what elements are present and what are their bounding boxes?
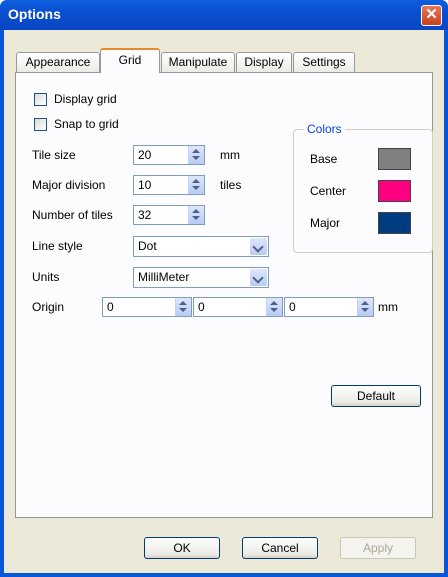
- snap-to-grid-label[interactable]: Snap to grid: [54, 117, 119, 131]
- number-of-tiles-label: Number of tiles: [32, 208, 113, 222]
- default-button[interactable]: Default: [331, 385, 421, 407]
- display-grid-label[interactable]: Display grid: [54, 92, 117, 106]
- colors-group-title: Colors: [304, 122, 345, 136]
- spin-up-down-icon[interactable]: [188, 176, 204, 194]
- units-select[interactable]: MilliMeter: [133, 267, 269, 288]
- tab-settings[interactable]: Settings: [293, 52, 355, 72]
- line-style-label: Line style: [32, 239, 83, 253]
- major-color-label: Major: [310, 216, 341, 230]
- tile-size-input[interactable]: 20: [133, 145, 205, 165]
- tile-size-value: 20: [138, 148, 152, 162]
- cancel-button[interactable]: Cancel: [242, 537, 318, 559]
- ok-button[interactable]: OK: [144, 537, 220, 559]
- grid-tab-panel: Display grid Snap to grid Tile size 20 m…: [15, 72, 433, 518]
- tile-size-label: Tile size: [32, 148, 76, 162]
- center-color-label: Center: [310, 184, 347, 198]
- number-of-tiles-input[interactable]: 32: [133, 205, 205, 225]
- origin-z-value: 0: [289, 300, 296, 314]
- major-division-label: Major division: [32, 178, 106, 192]
- center-color-swatch[interactable]: [378, 180, 411, 202]
- origin-label: Origin: [32, 300, 65, 314]
- tab-display[interactable]: Display: [236, 52, 292, 72]
- major-division-unit: tiles: [220, 178, 242, 192]
- units-label: Units: [32, 270, 60, 284]
- base-color-label: Base: [310, 152, 338, 166]
- close-button[interactable]: ✕: [421, 5, 442, 26]
- spin-up-down-icon[interactable]: [188, 146, 204, 164]
- colors-groupbox: Colors Base Center Major: [293, 122, 433, 253]
- options-window: Options ✕ Appearance Grid Manipulate Dis…: [0, 0, 448, 577]
- tab-manipulate[interactable]: Manipulate: [161, 52, 235, 72]
- origin-x-value: 0: [107, 300, 114, 314]
- window-title: Options: [8, 6, 61, 22]
- dropdown-arrow-icon[interactable]: [250, 238, 267, 255]
- dialog-client: Appearance Grid Manipulate Display Setti…: [4, 30, 444, 573]
- number-of-tiles-value: 32: [138, 208, 152, 222]
- tab-appearance[interactable]: Appearance: [16, 52, 100, 72]
- close-icon: ✕: [425, 6, 438, 23]
- origin-y-value: 0: [198, 300, 205, 314]
- base-color-swatch[interactable]: [378, 148, 411, 170]
- spin-up-down-icon[interactable]: [266, 298, 282, 316]
- major-division-input[interactable]: 10: [133, 175, 205, 195]
- major-division-value: 10: [138, 178, 152, 192]
- origin-unit: mm: [378, 300, 398, 314]
- units-value: MilliMeter: [138, 270, 190, 284]
- origin-y-input[interactable]: 0: [193, 297, 283, 317]
- tile-size-unit: mm: [220, 148, 240, 162]
- spin-up-down-icon[interactable]: [188, 206, 204, 224]
- spin-up-down-icon[interactable]: [357, 298, 373, 316]
- spin-up-down-icon[interactable]: [175, 298, 191, 316]
- tab-grid[interactable]: Grid: [100, 48, 160, 73]
- snap-to-grid-checkbox[interactable]: [34, 118, 47, 131]
- origin-x-input[interactable]: 0: [102, 297, 192, 317]
- line-style-select[interactable]: Dot: [133, 236, 269, 257]
- title-bar[interactable]: Options ✕: [0, 0, 448, 30]
- dropdown-arrow-icon[interactable]: [250, 269, 267, 286]
- display-grid-checkbox[interactable]: [34, 93, 47, 106]
- origin-z-input[interactable]: 0: [284, 297, 374, 317]
- apply-button[interactable]: Apply: [340, 537, 416, 559]
- major-color-swatch[interactable]: [378, 212, 411, 234]
- line-style-value: Dot: [138, 239, 157, 253]
